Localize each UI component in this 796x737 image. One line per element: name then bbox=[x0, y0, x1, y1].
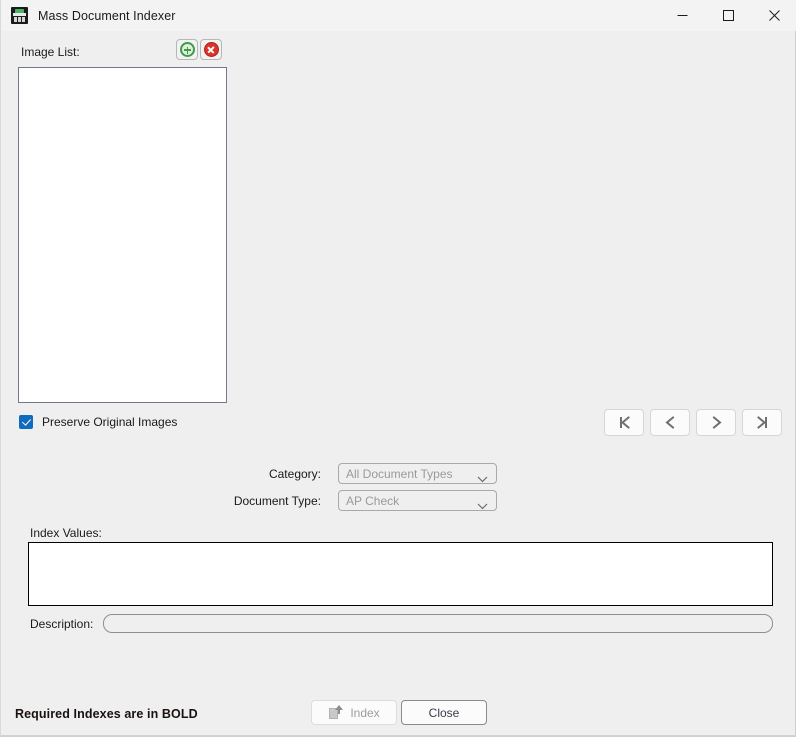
close-button-label: Close bbox=[428, 705, 460, 720]
minimize-icon[interactable] bbox=[659, 0, 705, 31]
maximize-icon[interactable] bbox=[705, 0, 751, 31]
close-icon[interactable] bbox=[751, 0, 796, 31]
chevron-down-icon bbox=[477, 499, 488, 513]
index-button-label: Index bbox=[350, 705, 380, 720]
document-type-label: Document Type: bbox=[233, 494, 321, 508]
dialog-body: Image List: Preserve Original Images Cat… bbox=[1, 31, 796, 737]
preserve-original-images-checkbox[interactable]: Preserve Original Images bbox=[19, 415, 177, 429]
close-button[interactable]: Close bbox=[401, 700, 487, 725]
category-select[interactable]: All Document Types bbox=[338, 463, 497, 484]
first-record-button[interactable] bbox=[604, 409, 644, 436]
record-navigation bbox=[604, 409, 782, 436]
add-image-button[interactable] bbox=[176, 39, 198, 60]
preserve-original-images-label: Preserve Original Images bbox=[42, 415, 178, 429]
scanner-icon bbox=[11, 7, 28, 24]
image-list-box[interactable] bbox=[18, 67, 227, 403]
delete-circle-icon bbox=[203, 42, 219, 57]
description-label: Description: bbox=[30, 617, 94, 631]
index-upload-icon bbox=[328, 705, 344, 720]
description-input[interactable] bbox=[103, 614, 773, 633]
image-list-label: Image List: bbox=[21, 45, 80, 59]
previous-record-button[interactable] bbox=[650, 409, 690, 436]
index-values-label: Index Values: bbox=[30, 526, 102, 540]
next-record-button[interactable] bbox=[696, 409, 736, 436]
category-label: Category: bbox=[268, 467, 321, 481]
chevron-down-icon bbox=[477, 472, 488, 486]
index-button[interactable]: Index bbox=[311, 700, 397, 725]
document-type-value: AP Check bbox=[346, 493, 400, 508]
next-record-icon bbox=[712, 416, 722, 429]
window-controls bbox=[659, 0, 796, 31]
mass-document-indexer-window: Mass Document Indexer Image List: Preser… bbox=[0, 0, 796, 737]
required-indexes-note: Required Indexes are in BOLD bbox=[15, 707, 198, 721]
last-record-icon bbox=[756, 416, 767, 429]
title-bar[interactable]: Mass Document Indexer bbox=[1, 0, 796, 31]
first-record-icon bbox=[619, 416, 630, 429]
category-value: All Document Types bbox=[346, 466, 453, 481]
window-title: Mass Document Indexer bbox=[38, 8, 176, 23]
last-record-button[interactable] bbox=[742, 409, 782, 436]
document-type-select[interactable]: AP Check bbox=[338, 490, 497, 511]
checkbox-check-icon bbox=[19, 415, 33, 429]
index-values-panel[interactable] bbox=[28, 542, 773, 606]
window-bottom-edge bbox=[1, 735, 796, 736]
delete-image-button[interactable] bbox=[200, 39, 222, 60]
add-circle-icon bbox=[179, 42, 195, 57]
previous-record-icon bbox=[664, 416, 674, 429]
